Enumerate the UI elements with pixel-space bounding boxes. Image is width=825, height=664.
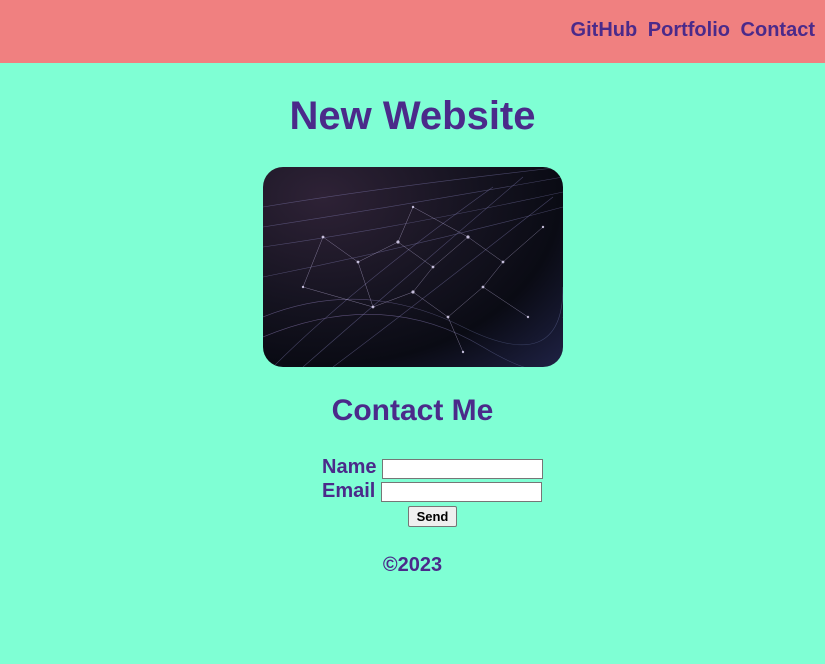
page-title: New Website bbox=[289, 94, 536, 138]
contact-heading: Contact Me bbox=[331, 394, 494, 427]
email-label: Email bbox=[322, 480, 376, 502]
footer-copyright: ©2023 bbox=[382, 554, 443, 576]
nav-link-github[interactable]: GitHub bbox=[571, 19, 638, 41]
nav-links: GitHub Portfolio Contact bbox=[571, 19, 815, 42]
network-lines-graphic bbox=[263, 167, 563, 367]
nav-link-contact[interactable]: Contact bbox=[741, 19, 815, 41]
email-field[interactable] bbox=[381, 482, 542, 502]
name-label: Name bbox=[322, 456, 377, 478]
top-nav-bar: GitHub Portfolio Contact bbox=[0, 0, 825, 63]
send-button[interactable]: Send bbox=[408, 506, 457, 527]
nav-link-portfolio[interactable]: Portfolio bbox=[648, 19, 730, 41]
name-field[interactable] bbox=[382, 459, 543, 479]
hero-image bbox=[263, 167, 563, 367]
